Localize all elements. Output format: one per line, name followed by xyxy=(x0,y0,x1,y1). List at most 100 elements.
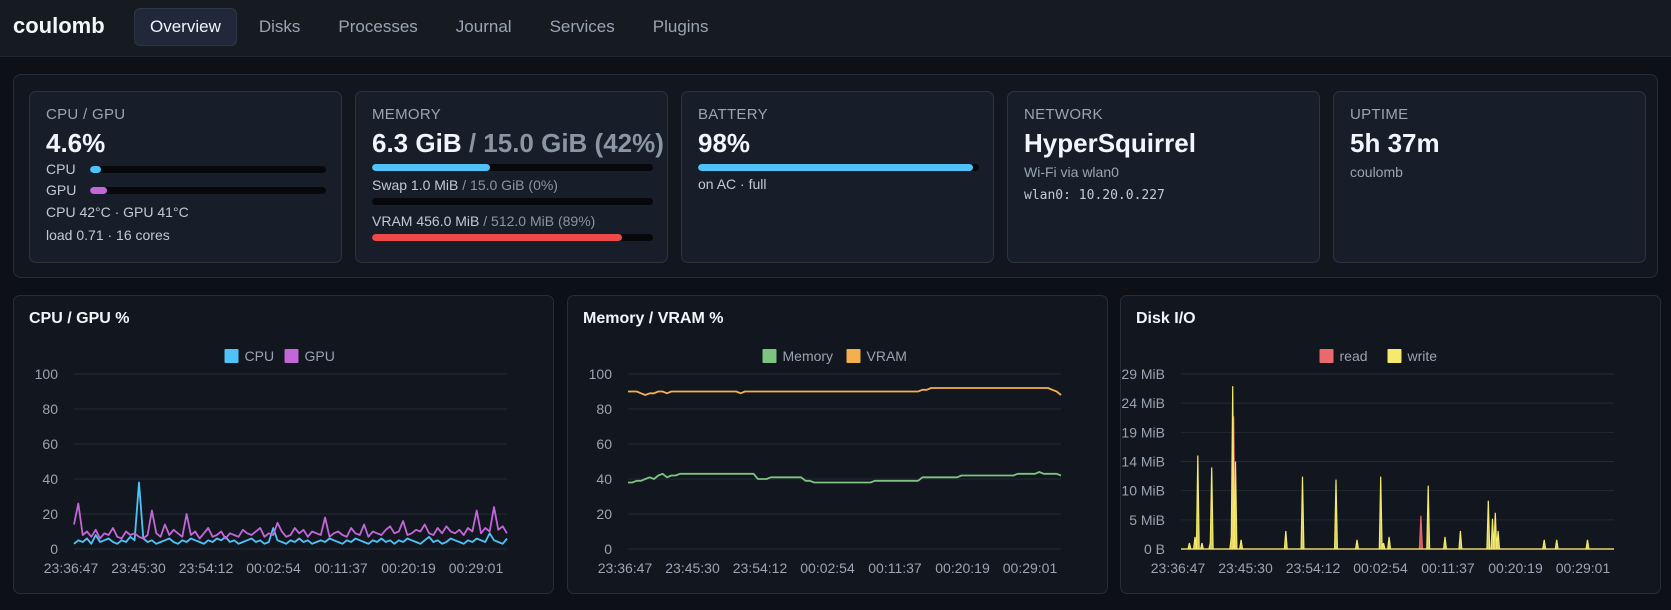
y-tick-label: 60 xyxy=(596,436,612,452)
x-tick-label: 00:02:54 xyxy=(1353,560,1408,576)
x-tick-label: 23:54:12 xyxy=(1286,560,1341,576)
battery-card: BATTERY 98% on AC · full xyxy=(681,91,994,263)
gpu-bar-label: GPU xyxy=(46,182,77,198)
vram-usage: VRAM 456.0 MiB / 512.0 MiB (89%) xyxy=(372,213,595,229)
battery-value: 98% xyxy=(698,128,751,158)
vram-used: VRAM 456.0 MiB xyxy=(372,213,480,229)
memory-value: 6.3 GiB / 15.0 GiB (42%) xyxy=(372,128,664,159)
y-tick-label: 0 B xyxy=(1144,541,1165,557)
legend-label-write: write xyxy=(1407,348,1438,364)
battery-status: on AC · full xyxy=(698,176,767,192)
legend-label-read: read xyxy=(1340,348,1368,364)
y-tick-label: 40 xyxy=(596,471,612,487)
summary-panel: CPU / GPU 4.6% CPU GPU CPU 42°C · GPU 41… xyxy=(13,74,1658,278)
swap-total: / 15.0 GiB (0%) xyxy=(462,177,558,193)
x-tick-label: 00:29:01 xyxy=(1003,560,1058,576)
main-tabs: Overview Disks Processes Journal Service… xyxy=(134,8,731,46)
legend-swatch-gpu xyxy=(284,349,299,363)
y-tick-label: 80 xyxy=(596,401,612,417)
network-card-title: NETWORK xyxy=(1024,106,1103,123)
x-tick-label: 00:20:19 xyxy=(1488,560,1543,576)
x-tick-label: 00:11:37 xyxy=(314,560,368,576)
x-tick-label: 00:11:37 xyxy=(868,560,922,576)
y-tick-label: 24 MiB xyxy=(1121,395,1165,411)
memory-vram-chart: Memory VRAM 0 20 40 60 80 100 23:36:47 23:45:30 23… xyxy=(589,348,1062,576)
series-line-gpu xyxy=(73,502,508,540)
tab-journal[interactable]: Journal xyxy=(440,8,528,46)
x-tick-label: 23:36:47 xyxy=(44,560,99,576)
x-tick-label: 23:36:47 xyxy=(1151,560,1206,576)
tab-plugins[interactable]: Plugins xyxy=(637,8,725,46)
legend-label-gpu: GPU xyxy=(305,348,335,364)
vram-total: / 512.0 MiB (89%) xyxy=(483,213,596,229)
network-interface: Wi-Fi via wlan0 xyxy=(1024,164,1119,180)
x-tick-label: 00:11:37 xyxy=(1421,560,1475,576)
x-tick-label: 00:02:54 xyxy=(800,560,855,576)
gpu-usage-fill xyxy=(90,187,107,194)
y-tick-label: 100 xyxy=(589,366,613,382)
memory-card-title: MEMORY xyxy=(372,106,442,123)
y-tick-label: 60 xyxy=(42,436,58,452)
legend-swatch-cpu xyxy=(224,349,239,363)
tab-disks[interactable]: Disks xyxy=(243,8,317,46)
network-address: wlan0: 10.20.0.227 xyxy=(1024,188,1165,203)
y-tick-label: 40 xyxy=(42,471,58,487)
y-tick-label: 29 MiB xyxy=(1121,366,1165,382)
top-navigation-bar: coulomb Overview Disks Processes Journal… xyxy=(0,0,1671,57)
legend-swatch-read xyxy=(1319,349,1334,363)
disk-io-chart-panel: Disk I/O read write 0 B5 MiB 10 MiB 14 MiB 19… xyxy=(1120,295,1661,594)
y-tick-label: 5 MiB xyxy=(1129,512,1165,528)
legend-swatch-vram xyxy=(846,349,861,363)
y-tick-label: 10 MiB xyxy=(1121,483,1165,499)
y-tick-label: 20 xyxy=(596,506,612,522)
legend-swatch-memory xyxy=(762,349,777,363)
legend-label-cpu: CPU xyxy=(245,348,275,364)
y-tick-label: 0 xyxy=(604,541,612,557)
x-tick-label: 23:54:12 xyxy=(733,560,788,576)
x-tick-label: 00:29:01 xyxy=(1556,560,1611,576)
uptime-card-title: UPTIME xyxy=(1350,106,1409,123)
y-tick-label: 20 xyxy=(42,506,58,522)
disk-io-chart: read write 0 B 5 MiB 10 MiB 14 MiB 19 MiB 24 Mi… xyxy=(1121,348,1614,576)
x-tick-label: 00:02:54 xyxy=(246,560,301,576)
gpu-usage-bar xyxy=(90,187,326,194)
battery-card-title: BATTERY xyxy=(698,106,768,123)
legend-label-vram: VRAM xyxy=(867,348,907,364)
uptime-value: 5h 37m xyxy=(1350,128,1440,158)
memory-card: MEMORY 6.3 GiB / 15.0 GiB (42%) Swap 1.0… xyxy=(355,91,668,263)
y-tick-label: 100 xyxy=(35,366,59,382)
y-tick-label: 19 MiB xyxy=(1121,424,1165,440)
series-line-vram xyxy=(628,387,1062,396)
cpu-usage-bar xyxy=(90,166,326,173)
x-tick-label: 23:54:12 xyxy=(179,560,234,576)
series-area-read xyxy=(1181,416,1614,550)
series-line-memory xyxy=(628,471,1062,484)
x-tick-label: 00:29:01 xyxy=(449,560,504,576)
x-tick-label: 00:20:19 xyxy=(381,560,436,576)
memory-used: 6.3 GiB xyxy=(372,128,462,158)
x-tick-label: 23:45:30 xyxy=(111,560,166,576)
cpu-usage-fill xyxy=(90,166,101,173)
network-ssid: HyperSquirrel xyxy=(1024,128,1196,158)
y-tick-label: 80 xyxy=(42,401,58,417)
x-tick-label: 00:20:19 xyxy=(935,560,990,576)
legend-swatch-write xyxy=(1387,349,1402,363)
vram-usage-bar xyxy=(372,234,653,241)
cpu-bar-label: CPU xyxy=(46,161,76,177)
app-brand: coulomb xyxy=(13,13,105,38)
cpu-gpu-value: 4.6% xyxy=(46,128,106,158)
cpu-gpu-card: CPU / GPU 4.6% CPU GPU CPU 42°C · GPU 41… xyxy=(29,91,342,263)
swap-usage: Swap 1.0 MiB / 15.0 GiB (0%) xyxy=(372,177,558,193)
y-tick-label: 0 xyxy=(50,541,58,557)
tab-services[interactable]: Services xyxy=(534,8,631,46)
y-tick-label: 14 MiB xyxy=(1121,454,1165,470)
tab-overview[interactable]: Overview xyxy=(134,8,237,46)
cpu-gpu-temps: CPU 42°C · GPU 41°C xyxy=(46,204,189,220)
tab-processes[interactable]: Processes xyxy=(322,8,433,46)
cpu-gpu-chart-panel: CPU / GPU % CPU GPU 0 20 40 60 80 100 23:36:47 23… xyxy=(13,295,554,594)
cpu-load: load 0.71 · 16 cores xyxy=(46,227,170,243)
memory-usage-bar xyxy=(372,164,653,171)
uptime-host: coulomb xyxy=(1350,164,1403,180)
battery-level-fill xyxy=(698,164,974,171)
x-tick-label: 23:45:30 xyxy=(665,560,720,576)
